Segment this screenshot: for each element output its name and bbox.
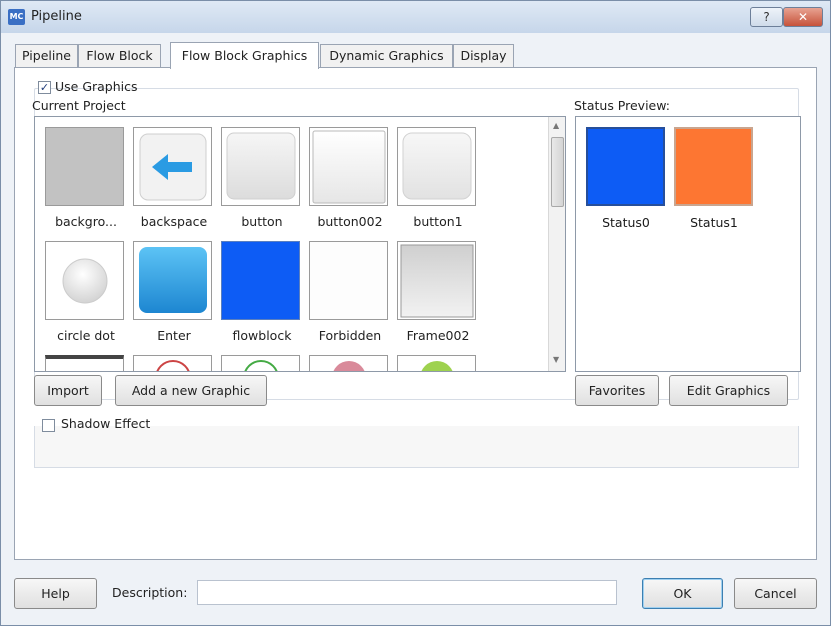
shadow-effect-checkbox[interactable] — [42, 419, 55, 432]
graphics-list[interactable]: backgro... backspace button button002 bu… — [34, 116, 566, 372]
status-name: Status1 — [690, 215, 738, 230]
graphic-item-flowblock[interactable]: flowblock — [218, 241, 306, 343]
graphic-item-button002[interactable]: button002 — [306, 127, 394, 229]
scroll-thumb[interactable] — [551, 137, 564, 207]
graphic-item-background[interactable]: backgro... — [42, 127, 130, 229]
tab-flow-block-graphics[interactable]: Flow Block Graphics — [170, 42, 319, 69]
graphic-name: Frame002 — [406, 328, 470, 343]
status-name: Status0 — [602, 215, 650, 230]
app-logo-icon: MC — [8, 9, 25, 25]
graphic-name: backspace — [140, 214, 208, 229]
tab-display[interactable]: Display — [453, 44, 514, 68]
status0-swatch — [586, 127, 665, 206]
graphic-name: Forbidden — [318, 328, 382, 343]
dark-frame-icon — [45, 355, 124, 371]
graphic-item-button[interactable]: button — [218, 127, 306, 229]
graphic-item-enter[interactable]: Enter — [130, 241, 218, 343]
graphic-item-partial[interactable] — [394, 355, 482, 371]
cancel-button[interactable]: Cancel — [734, 578, 817, 609]
add-graphic-button[interactable]: Add a new Graphic — [115, 375, 267, 406]
title-bar[interactable]: MC Pipeline ? ✕ — [1, 1, 830, 33]
close-button[interactable]: ✕ — [783, 7, 823, 27]
help-button[interactable]: Help — [14, 578, 97, 609]
graphic-item-forbidden[interactable]: Forbidden — [306, 241, 394, 343]
status-preview-item[interactable]: Status0 — [586, 127, 666, 237]
edit-graphics-button[interactable]: Edit Graphics — [669, 375, 788, 406]
graphic-item-partial[interactable] — [130, 355, 218, 371]
shadow-effect-frame — [34, 426, 799, 468]
graphic-name: circle dot — [57, 328, 115, 343]
current-project-label: Current Project — [32, 98, 126, 113]
blank-icon — [309, 241, 388, 320]
flow-block-graphics-panel: ✓ Use Graphics Current Project Status Pr… — [14, 67, 817, 560]
scroll-up-icon[interactable]: ▲ — [553, 121, 559, 130]
pink-circle-icon — [309, 355, 388, 371]
circle-dot-icon — [45, 241, 124, 320]
tab-flow-block[interactable]: Flow Block — [78, 44, 161, 68]
graphic-name: button — [241, 214, 283, 229]
status1-swatch — [674, 127, 753, 206]
graphic-item-button1[interactable]: button1 — [394, 127, 482, 229]
status-preview-label: Status Preview: — [574, 98, 670, 113]
tab-pipeline[interactable]: Pipeline — [15, 44, 78, 68]
graphic-item-circle-dot[interactable]: circle dot — [42, 241, 130, 343]
scroll-down-icon[interactable]: ▼ — [553, 355, 559, 364]
button-graphic-icon — [397, 127, 476, 206]
button-graphic-icon — [221, 127, 300, 206]
use-graphics-label: Use Graphics — [55, 79, 138, 94]
graphic-name: button1 — [413, 214, 463, 229]
graphic-item-partial[interactable] — [306, 355, 394, 371]
description-label: Description: — [112, 585, 188, 600]
favorites-button[interactable]: Favorites — [575, 375, 659, 406]
blue-square-icon — [221, 241, 300, 320]
graphic-item-backspace[interactable]: backspace — [130, 127, 218, 229]
green-circle-icon — [397, 355, 476, 371]
use-graphics-checkbox[interactable]: ✓ — [38, 81, 51, 94]
description-input[interactable] — [197, 580, 617, 605]
graphic-name: flowblock — [232, 328, 292, 343]
graphics-scrollbar[interactable]: ▲ ▼ — [548, 117, 565, 371]
gray-square-icon — [45, 127, 124, 206]
tab-dynamic-graphics[interactable]: Dynamic Graphics — [320, 44, 453, 68]
graphic-item-frame002[interactable]: Frame002 — [394, 241, 482, 343]
graphic-name: button002 — [317, 214, 383, 229]
green-ring-icon — [221, 355, 300, 371]
button-graphic-icon — [309, 127, 388, 206]
help-title-button[interactable]: ? — [750, 7, 783, 27]
import-button[interactable]: Import — [34, 375, 102, 406]
status-preview-item[interactable]: Status1 — [674, 127, 754, 237]
blue-button-icon — [133, 241, 212, 320]
pipeline-dialog: MC Pipeline ? ✕ Pipeline Flow Block Flow… — [0, 0, 831, 626]
graphic-name: Enter — [157, 328, 191, 343]
graphic-item-partial[interactable] — [42, 355, 130, 371]
window-title: Pipeline — [31, 9, 82, 24]
frame-icon — [397, 241, 476, 320]
back-arrow-icon — [133, 127, 212, 206]
shadow-effect-label: Shadow Effect — [61, 416, 151, 431]
red-ring-icon — [133, 355, 212, 371]
status-preview-box: Status0 Status1 — [575, 116, 801, 372]
graphic-name: backgro... — [55, 214, 117, 229]
ok-button[interactable]: OK — [642, 578, 723, 609]
graphic-item-partial[interactable] — [218, 355, 306, 371]
